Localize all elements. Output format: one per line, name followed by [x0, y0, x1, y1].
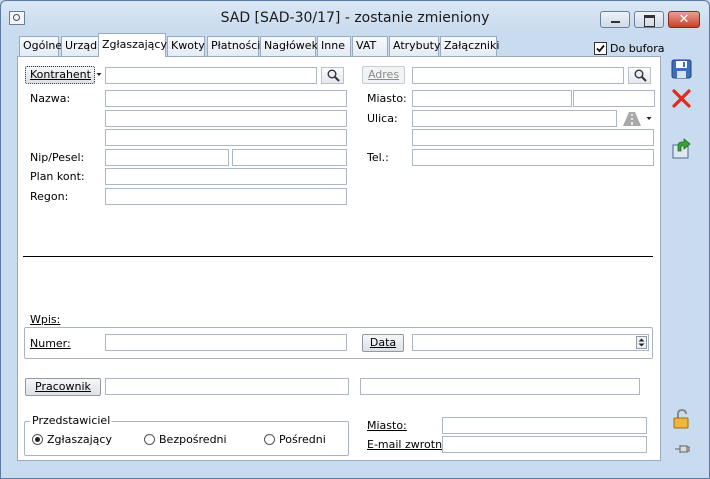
export-button[interactable]: [670, 137, 693, 159]
do-bufora-checkbox[interactable]: [594, 42, 607, 55]
do-bufora-label: Do bufora: [610, 42, 665, 55]
magnifier-icon: [327, 69, 340, 82]
tab-atrybuty[interactable]: Atrybuty: [389, 36, 440, 56]
title-bar: SAD [SAD-30/17] - zostanie zmieniony ✕: [1, 1, 709, 33]
radio-zglaszajacy[interactable]: [32, 434, 43, 445]
kontrahent-search-button[interactable]: [321, 67, 344, 84]
data-input[interactable]: [412, 334, 649, 351]
adres-label: Adres: [367, 68, 400, 81]
padlock-icon: [673, 408, 689, 429]
kontrahent-button[interactable]: Kontrahent: [25, 66, 95, 84]
nip-label: Nip/Pesel:: [30, 151, 85, 164]
email-zwrotny-label: E-mail zwrotny:: [367, 438, 452, 451]
radio-zglaszajacy-label: Zgłaszający: [47, 433, 112, 446]
tab-zalaczniki[interactable]: Załączniki: [440, 36, 499, 56]
nazwa-input-2[interactable]: [105, 110, 347, 127]
road-icon: [623, 112, 641, 126]
tab-zglaszajacy[interactable]: Zgłaszający: [98, 33, 167, 57]
bottom-miasto-input[interactable]: [442, 417, 647, 434]
tel-label: Tel.:: [367, 151, 389, 164]
chevron-down-icon: [646, 117, 652, 120]
adres-button[interactable]: Adres: [362, 66, 405, 84]
floppy-save-icon: [671, 59, 692, 79]
pin-button[interactable]: [670, 438, 693, 460]
plan-kont-label: Plan kont:: [30, 170, 85, 183]
magnifier-icon: [634, 69, 647, 82]
green-arrow-export-icon: [672, 138, 691, 159]
pushpin-icon: [675, 445, 690, 453]
email-zwrotny-input[interactable]: [442, 436, 647, 453]
data-button[interactable]: Data: [362, 334, 404, 352]
nip-prefix-input[interactable]: [105, 149, 229, 166]
miasto-input[interactable]: [412, 90, 572, 107]
pracownik-button[interactable]: Pracownik: [25, 378, 101, 396]
pracownik-input-2[interactable]: [360, 378, 640, 395]
ulica-input-2[interactable]: [412, 129, 654, 146]
close-button[interactable]: ✕: [668, 11, 700, 28]
kontrahent-code-input[interactable]: [105, 67, 317, 84]
tab-vat[interactable]: VAT: [352, 36, 388, 56]
lock-button[interactable]: [670, 408, 693, 430]
regon-label: Regon:: [30, 190, 69, 203]
spinner-arrows-icon: [638, 338, 645, 347]
road-dropdown[interactable]: [645, 110, 653, 128]
przedstawiciel-group-label: Przedstawiciel: [30, 414, 113, 427]
wpis-group-label: Wpis:: [30, 313, 61, 326]
nip-input[interactable]: [232, 149, 347, 166]
ulica-label: Ulica:: [367, 112, 398, 125]
tab-kwoty[interactable]: Kwoty: [167, 36, 205, 56]
ulica-input[interactable]: [412, 110, 617, 127]
adres-input[interactable]: [412, 67, 624, 84]
tab-platnosci[interactable]: Płatności: [207, 36, 260, 56]
road-button[interactable]: [620, 109, 644, 128]
date-spinner[interactable]: [636, 336, 647, 349]
kod-pocztowy-input[interactable]: [573, 90, 655, 107]
tab-naglowek[interactable]: Nagłówek: [260, 36, 318, 56]
adres-search-button[interactable]: [628, 67, 651, 84]
numer-label: Numer:: [30, 337, 71, 350]
cancel-button[interactable]: [670, 87, 693, 109]
plan-kont-input[interactable]: [105, 168, 347, 185]
tab-ogolne[interactable]: Ogólne: [19, 36, 62, 56]
regon-input[interactable]: [105, 188, 347, 205]
radio-bezposredni-label: Bezpośredni: [159, 433, 227, 446]
maximize-button[interactable]: [634, 11, 664, 28]
minimize-icon: [611, 21, 620, 23]
checkmark-icon: [596, 44, 605, 53]
numer-input[interactable]: [105, 334, 347, 351]
separator-line: [23, 256, 653, 257]
nazwa-input-1[interactable]: [105, 90, 347, 107]
tab-inne[interactable]: Inne: [317, 36, 351, 56]
maximize-icon: [644, 15, 655, 27]
tel-input[interactable]: [412, 149, 654, 166]
kontrahent-dropdown[interactable]: [95, 66, 103, 84]
chevron-down-icon: [96, 73, 102, 76]
minimize-button[interactable]: [600, 11, 630, 28]
nazwa-label: Nazwa:: [30, 92, 71, 105]
tab-urzad[interactable]: Urząd: [61, 36, 99, 56]
kontrahent-label: Kontrahent: [30, 68, 91, 81]
radio-posredni-label: Pośredni: [279, 433, 326, 446]
pracownik-input-1[interactable]: [105, 378, 349, 395]
red-x-icon: [672, 89, 691, 108]
close-icon: ✕: [678, 12, 690, 27]
miasto-label: Miasto:: [367, 92, 407, 105]
nazwa-input-3[interactable]: [105, 129, 347, 146]
bottom-miasto-label: Miasto:: [367, 419, 407, 432]
radio-bezposredni[interactable]: [144, 434, 155, 445]
save-button[interactable]: [670, 58, 693, 80]
radio-posredni[interactable]: [264, 434, 275, 445]
